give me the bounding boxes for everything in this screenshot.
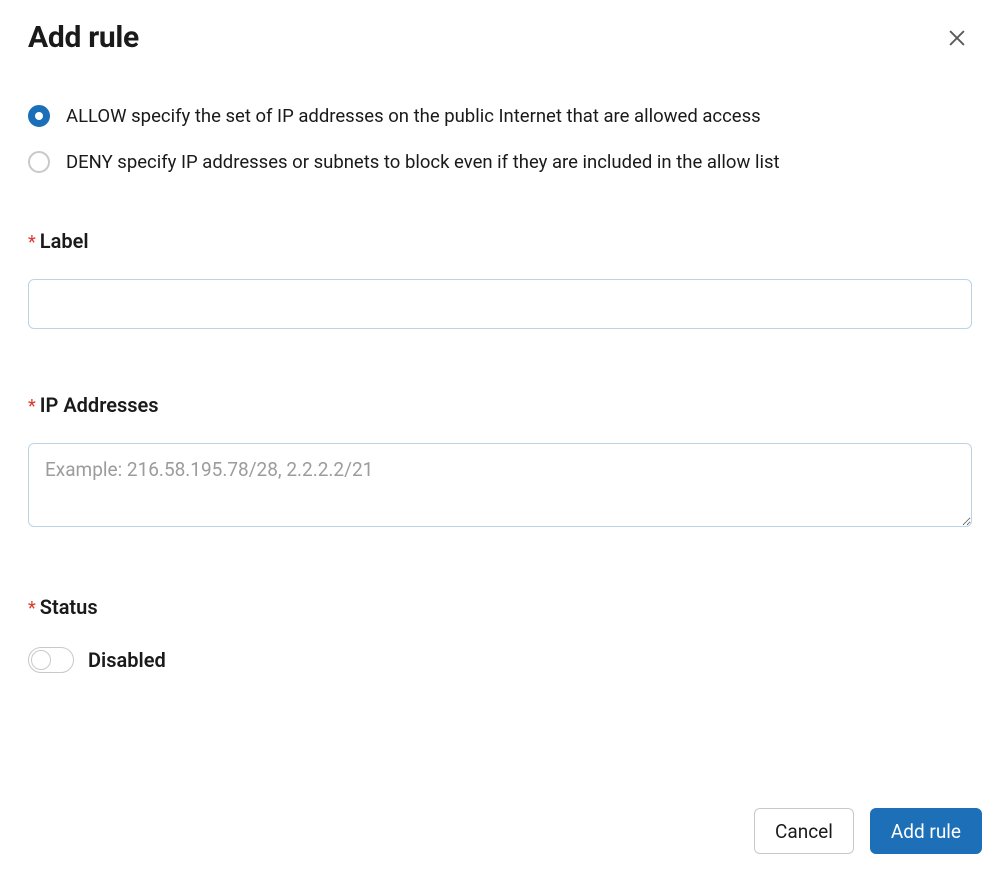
ip-field-section: * IP Addresses: [28, 393, 972, 531]
dialog-title: Add rule: [28, 20, 139, 55]
status-field-section: * Status Disabled: [28, 595, 972, 673]
add-rule-dialog: Add rule ALLOW specify the set of IP add…: [0, 0, 1000, 872]
radio-icon: [28, 105, 50, 127]
status-toggle[interactable]: [28, 647, 74, 673]
add-rule-button[interactable]: Add rule: [870, 808, 982, 854]
label-field-section: * Label: [28, 229, 972, 329]
close-button[interactable]: [942, 23, 972, 53]
radio-allow-label: ALLOW specify the set of IP addresses on…: [66, 105, 761, 127]
status-toggle-label: Disabled: [88, 648, 166, 672]
dialog-footer: Cancel Add rule: [754, 808, 982, 854]
cancel-button[interactable]: Cancel: [754, 808, 854, 854]
label-field-header: * Label: [28, 229, 972, 253]
required-mark: *: [28, 398, 36, 416]
ip-field-title: IP Addresses: [40, 393, 159, 417]
rule-type-radio-group: ALLOW specify the set of IP addresses on…: [28, 105, 972, 173]
label-input[interactable]: [28, 279, 972, 329]
required-mark: *: [28, 600, 36, 618]
close-icon: [946, 27, 968, 49]
radio-allow[interactable]: ALLOW specify the set of IP addresses on…: [28, 105, 972, 127]
status-field-header: * Status: [28, 595, 972, 619]
status-field-title: Status: [40, 595, 98, 619]
ip-addresses-input[interactable]: [28, 443, 972, 527]
radio-deny[interactable]: DENY specify IP addresses or subnets to …: [28, 151, 972, 173]
radio-icon: [28, 151, 50, 173]
ip-field-header: * IP Addresses: [28, 393, 972, 417]
dialog-header: Add rule: [28, 20, 972, 55]
radio-deny-label: DENY specify IP addresses or subnets to …: [66, 151, 780, 173]
toggle-knob-icon: [31, 650, 51, 670]
required-mark: *: [28, 234, 36, 252]
status-toggle-row: Disabled: [28, 647, 972, 673]
label-field-title: Label: [40, 229, 89, 253]
